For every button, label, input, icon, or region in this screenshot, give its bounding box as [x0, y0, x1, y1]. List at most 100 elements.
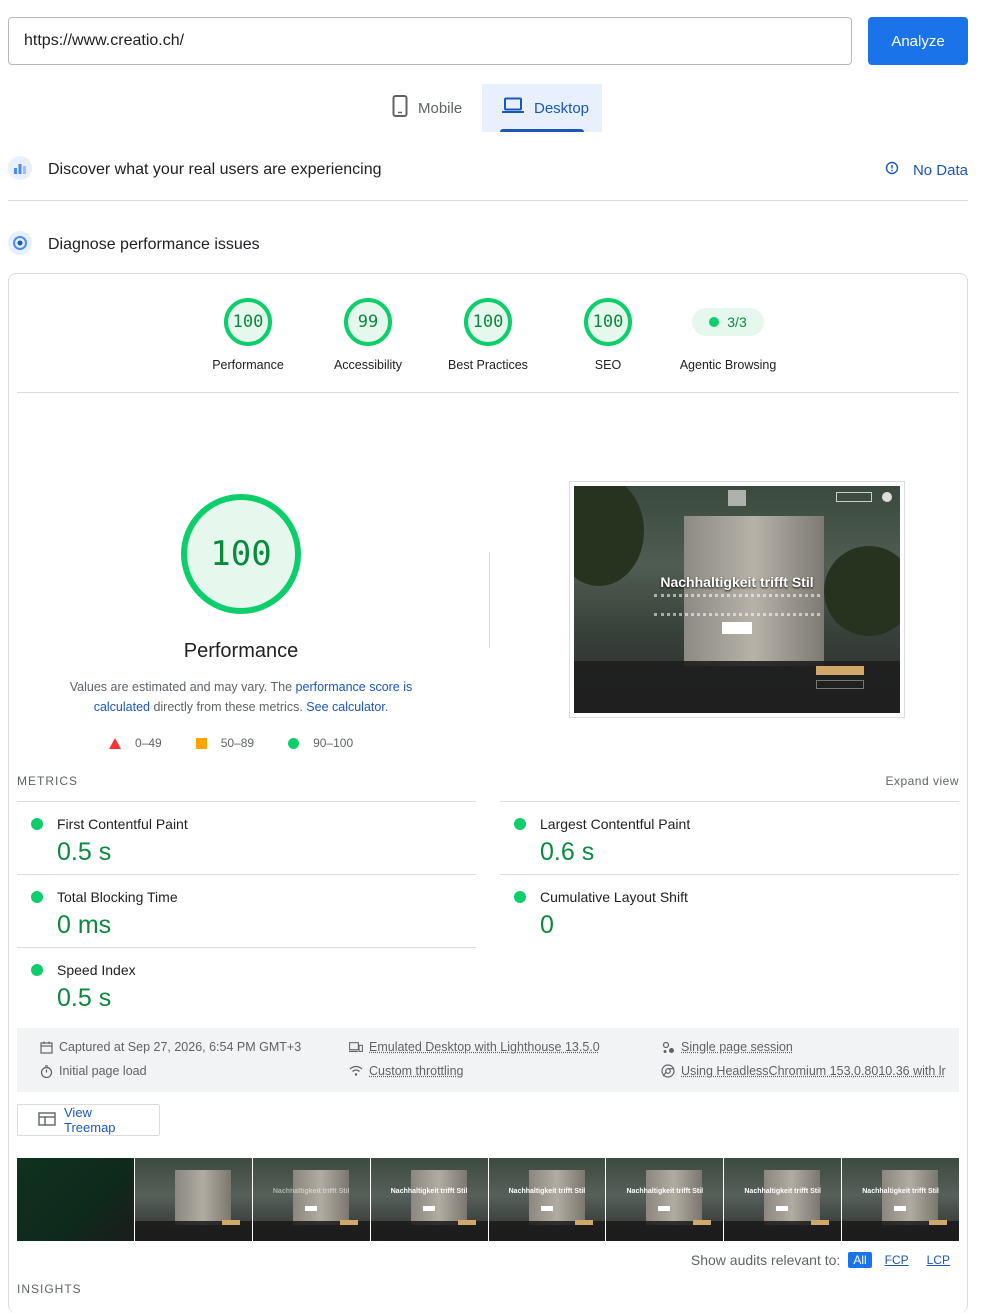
- browser-version-text: Using HeadlessChromium 153.0.8010.36 wit…: [681, 1064, 946, 1078]
- desc-middle: directly from these metrics.: [149, 700, 307, 714]
- tree-shape: [824, 546, 900, 636]
- url-input[interactable]: [8, 17, 852, 65]
- gauges-divider: [17, 392, 959, 393]
- runtime-settings: Captured at Sep 27, 2026, 6:54 PM GMT+3 …: [17, 1028, 959, 1092]
- captured-at: Captured at Sep 27, 2026, 6:54 PM GMT+3: [39, 1040, 301, 1054]
- site-logo-icon: [728, 490, 746, 506]
- gauge-accessibility-score: 99: [344, 298, 392, 346]
- filter-all-button[interactable]: All: [848, 1252, 872, 1268]
- pass-circle-icon: [514, 891, 526, 903]
- cookie-accept-button: [816, 666, 864, 675]
- metric-cls-value: 0: [540, 911, 554, 939]
- devices-icon: [349, 1040, 363, 1054]
- filter-lcp-button[interactable]: LCP: [922, 1252, 955, 1268]
- pass-circle-icon: [288, 737, 300, 749]
- view-treemap-button[interactable]: View Treemap: [17, 1104, 160, 1136]
- filmstrip-frame: [134, 1158, 252, 1241]
- captured-at-text: Captured at Sep 27, 2026, 6:54 PM GMT+3: [59, 1040, 302, 1054]
- gauge-best-practices-score: 100: [464, 298, 512, 346]
- treemap-icon: [38, 1111, 56, 1129]
- metric-lcp-label: Largest Contentful Paint: [540, 816, 691, 832]
- metric-speed-index: Speed Index 0.5 s: [17, 947, 476, 1020]
- filmstrip-frame-text: Nachhaltigkeit trifft Stil: [626, 1188, 704, 1195]
- initial-load-text: Initial page load: [59, 1064, 147, 1078]
- filmstrip-frame-text: Nachhaltigkeit trifft Stil: [272, 1188, 350, 1195]
- tab-mobile[interactable]: Mobile: [372, 84, 482, 132]
- screenshot-contact-button: [722, 622, 752, 634]
- initial-load: Initial page load: [39, 1064, 147, 1078]
- session-type-text: Single page session: [681, 1040, 793, 1054]
- filmstrip-frame: Nachhaltigkeit trifft Stil: [724, 1158, 842, 1241]
- calendar-icon: [39, 1040, 53, 1054]
- agentic-score: 3/3: [727, 314, 747, 330]
- gauge-performance[interactable]: 100 Performance: [188, 298, 308, 372]
- legend-pass: 90–100: [288, 736, 353, 750]
- metric-fcp: First Contentful Paint 0.5 s: [17, 801, 476, 874]
- legend-average-label: 50–89: [220, 736, 255, 750]
- desc-prefix: Values are estimated and may vary. The: [69, 680, 296, 694]
- gauge-best-practices[interactable]: 100 Best Practices: [428, 298, 548, 372]
- metric-tbt-label: Total Blocking Time: [57, 889, 178, 905]
- real-users-title: Discover what your real users are experi…: [48, 161, 382, 178]
- pass-circle-icon: [514, 818, 526, 830]
- diagnose-section: Diagnose performance issues: [8, 230, 968, 260]
- tab-desktop-label: Desktop: [534, 99, 590, 117]
- browser-version[interactable]: Using HeadlessChromium 153.0.8010.36 wit…: [661, 1064, 953, 1078]
- gauge-seo[interactable]: 100 SEO: [548, 298, 668, 372]
- section-divider: [8, 200, 968, 201]
- final-screenshot-image: Nachhaltigkeit trifft Stil: [574, 486, 900, 713]
- session-type[interactable]: Single page session: [661, 1040, 793, 1054]
- screenshot-headline: Nachhaltigkeit trifft Stil: [660, 574, 814, 590]
- site-menu-icon: [882, 492, 892, 502]
- site-hallo-button: [836, 492, 872, 502]
- diagnose-title: Diagnose performance issues: [48, 236, 260, 253]
- active-tab-indicator: [500, 129, 584, 132]
- filmstrip-frame-text: Nachhaltigkeit trifft Stil: [508, 1188, 586, 1195]
- insights-header: INSIGHTS: [17, 1282, 82, 1296]
- filmstrip-frame: Nachhaltigkeit trifft Stil: [488, 1158, 606, 1241]
- gauge-performance-score: 100: [224, 298, 272, 346]
- metric-fcp-value: 0.5 s: [57, 838, 112, 866]
- expand-view-toggle[interactable]: Expand view: [885, 774, 959, 788]
- see-calculator-link[interactable]: See calculator: [306, 700, 385, 714]
- wifi-icon: [349, 1064, 363, 1078]
- metric-fcp-label: First Contentful Paint: [57, 816, 188, 832]
- filter-fcp-button[interactable]: FCP: [880, 1252, 914, 1268]
- emulated-device[interactable]: Emulated Desktop with Lighthouse 13.5.0: [349, 1040, 600, 1054]
- metric-si-label: Speed Index: [57, 962, 136, 978]
- session-icon: [661, 1040, 675, 1054]
- metrics-title: METRICS: [17, 774, 78, 788]
- gauge-agentic-browsing[interactable]: 3/3 Agentic Browsing: [658, 298, 798, 372]
- no-data-link[interactable]: No Data: [885, 161, 968, 179]
- diagnose-icon: [8, 230, 32, 260]
- desc-suffix: .: [384, 700, 389, 714]
- metric-si-value: 0.5 s: [57, 984, 112, 1012]
- metrics-header: METRICS Expand view: [17, 774, 959, 790]
- audit-filter-label: Show audits relevant to:: [690, 1252, 841, 1268]
- phone-icon: [392, 95, 408, 121]
- no-data-label: No Data: [912, 161, 968, 179]
- filmstrip: Nachhaltigkeit trifft Stil Nachhaltigkei…: [17, 1158, 959, 1241]
- tab-mobile-label: Mobile: [418, 99, 463, 117]
- final-screenshot[interactable]: Nachhaltigkeit trifft Stil: [569, 481, 905, 718]
- performance-big-gauge: 100: [181, 494, 301, 614]
- gauge-accessibility[interactable]: 99 Accessibility: [308, 298, 428, 372]
- tree-shape: [574, 486, 644, 586]
- tab-desktop[interactable]: Desktop: [482, 84, 602, 132]
- metric-tbt: Total Blocking Time 0 ms: [17, 874, 476, 947]
- throttling[interactable]: Custom throttling: [349, 1064, 463, 1078]
- performance-description: Values are estimated and may vary. The p…: [59, 677, 423, 717]
- performance-title: Performance: [183, 640, 299, 662]
- screenshot-subtext: [654, 594, 820, 616]
- metric-tbt-value: 0 ms: [57, 911, 112, 939]
- fail-triangle-icon: [109, 737, 121, 749]
- chrome-icon: [661, 1064, 675, 1078]
- filmstrip-frame: Nachhaltigkeit trifft Stil: [842, 1158, 959, 1241]
- gauge-performance-label: Performance: [212, 358, 284, 372]
- filmstrip-frame-text: Nachhaltigkeit trifft Stil: [390, 1188, 468, 1195]
- analyze-button[interactable]: Analyze: [868, 17, 968, 65]
- pass-circle-icon: [31, 964, 43, 976]
- vertical-separator: [489, 552, 490, 648]
- gauge-accessibility-label: Accessibility: [333, 358, 403, 372]
- pass-circle-icon: [31, 891, 43, 903]
